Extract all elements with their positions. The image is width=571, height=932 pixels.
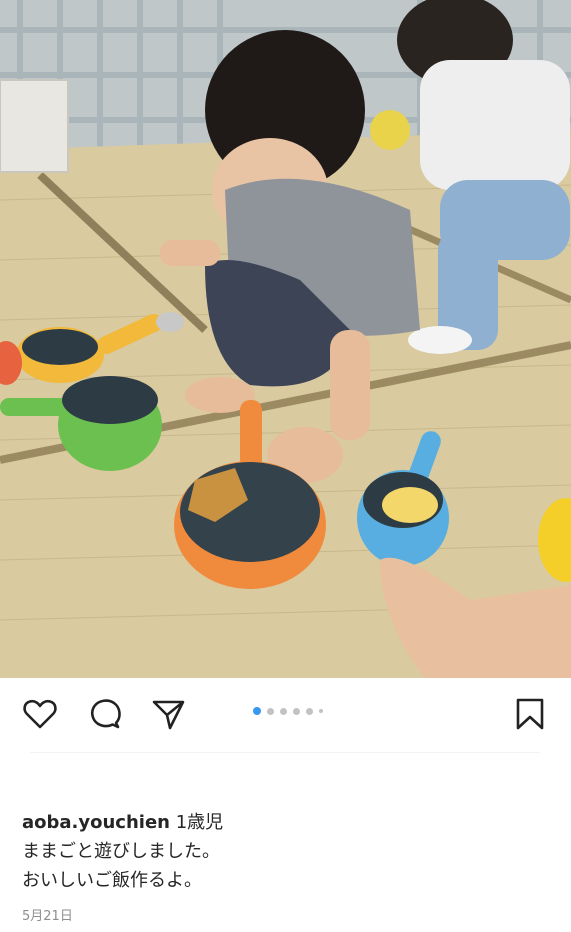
username-link[interactable]: aoba.youchien [22, 812, 170, 833]
caption-line-2: ままごと遊びしました。 [22, 841, 220, 862]
caption-line-1: 1歳児 [175, 812, 224, 833]
carousel-dot[interactable] [319, 709, 323, 713]
post-caption: aoba.youchien 1歳児 ままごと遊びしました。 おいしいご飯作るよ。 [22, 808, 552, 895]
carousel-dot[interactable] [267, 707, 274, 715]
carousel-dot-active[interactable] [253, 707, 261, 715]
carousel-indicator [253, 707, 323, 715]
bookmark-icon[interactable] [512, 696, 548, 732]
photo-illustration [0, 0, 571, 678]
comment-icon[interactable] [87, 696, 123, 732]
instagram-post: aoba.youchien 1歳児 ままごと遊びしました。 おいしいご飯作るよ。… [0, 0, 571, 932]
carousel-dot[interactable] [306, 707, 313, 715]
post-date: 5月21日 [22, 909, 73, 924]
carousel-dot[interactable] [280, 707, 287, 715]
divider [30, 752, 540, 753]
heart-icon[interactable] [22, 696, 58, 732]
caption-line-3: おいしいご飯作るよ。 [22, 870, 202, 891]
post-photo[interactable] [0, 0, 571, 678]
carousel-dot[interactable] [293, 707, 300, 715]
share-icon[interactable] [150, 696, 186, 732]
